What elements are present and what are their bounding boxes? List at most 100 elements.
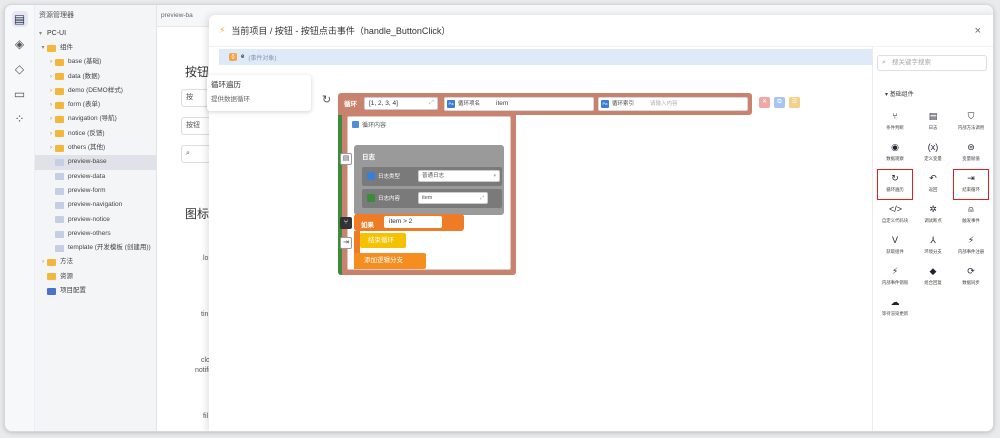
component-label: 条件判断	[886, 125, 904, 130]
loop-item-field[interactable]: Pa 循环项名 item	[444, 97, 594, 111]
tree-item[interactable]: › notice (反馈)	[35, 127, 156, 141]
object-icon: {}	[229, 53, 237, 61]
log-content-input[interactable]: item ⤢	[418, 192, 488, 204]
component-icon: ◉	[891, 142, 899, 152]
tree-item[interactable]: preview-data	[35, 170, 156, 184]
component-icon: ⊜	[967, 142, 975, 152]
window-icon[interactable]: ▭	[12, 86, 28, 102]
component-item[interactable]: ⚡ 内部事件注册	[953, 231, 989, 262]
component-item[interactable]: ◆ 组合回复	[915, 262, 951, 293]
tree-item[interactable]: preview-notice	[35, 213, 156, 227]
tree-item[interactable]: › data (数据)	[35, 70, 156, 84]
event-editor-modal: ⚡ 当前项目 / 按钮 - 按钮点击事件（handle_ButtonClick）…	[207, 15, 993, 431]
log-block[interactable]: 日志 日志类型 普通日志 ▾ 日志内容 item ⤢	[354, 145, 504, 215]
break-loop-block[interactable]: 结束循环	[360, 233, 406, 248]
tree-item[interactable]: preview-base	[35, 155, 156, 170]
loop-array-input[interactable]: [1, 2, 3, 4] ⤢	[364, 97, 438, 110]
loop-array-value: [1, 2, 3, 4]	[369, 100, 398, 107]
tree-item[interactable]: › form (表单)	[35, 98, 156, 112]
log-type-select[interactable]: 普通日志 ▾	[418, 170, 500, 182]
component-item[interactable]: ⛉ 内部方法调用	[953, 107, 989, 138]
string-icon	[367, 194, 375, 202]
tree-item[interactable]: 项目配置	[35, 284, 156, 298]
component-item[interactable]: ⚡ 内部事件销毁	[877, 262, 913, 293]
if-condition-input[interactable]: item > 2	[384, 216, 442, 228]
project-root[interactable]: ▾ PC-UI	[35, 27, 156, 41]
tree-item[interactable]: preview-navigation	[35, 198, 156, 212]
modal-title: 当前项目 / 按钮 - 按钮点击事件（handle_ButtonClick）	[231, 26, 451, 36]
search-input[interactable]: ⌕ 搜关键字搜索	[877, 55, 987, 71]
component-item[interactable]: ☁ 等待渲染更新	[877, 293, 913, 324]
component-item[interactable]: ◉ 数据观察	[877, 138, 913, 169]
component-label: 自定义代码块	[881, 218, 909, 223]
explorer-icon[interactable]: ▤	[11, 11, 28, 27]
event-param-bar: {} e (事件对象)	[219, 49, 872, 65]
section-header[interactable]: ▾ 基础组件	[885, 89, 914, 98]
file-tree: ▾ 组件 › base (基础) › data (数据) › demo (DEMO样式) › fo…	[35, 41, 156, 298]
component-label: 定义变量	[924, 156, 942, 161]
component-item[interactable]: </> 自定义代码块	[877, 200, 913, 231]
component-item[interactable]: ↻ 循环遍历	[877, 169, 913, 200]
section-title: 基础组件	[889, 92, 914, 98]
component-icon: ☁	[890, 297, 900, 307]
tooltip-desc: 提供数据循环	[211, 96, 250, 103]
tree-item[interactable]: › navigation (导航)	[35, 112, 156, 126]
tree-item[interactable]: › demo (DEMO样式)	[35, 84, 156, 98]
close-icon[interactable]: ×	[975, 25, 981, 37]
stack-icon[interactable]: ◇	[12, 61, 28, 77]
component-item[interactable]: ⑂ 条件判断	[877, 107, 913, 138]
tree-item[interactable]: preview-others	[35, 227, 156, 241]
bg-item: tin	[201, 311, 209, 318]
block-icon	[352, 121, 359, 128]
editor-tab[interactable]: preview-ba	[161, 5, 193, 27]
tree-item-label: notice (反馈)	[68, 129, 105, 137]
folder-icon	[55, 144, 64, 152]
delete-icon[interactable]: ✕	[759, 97, 770, 108]
tree-item[interactable]: ▾ 组件	[35, 41, 156, 55]
file-icon	[55, 173, 64, 181]
expand-icon[interactable]: ⤢	[480, 193, 484, 203]
file-icon	[55, 216, 64, 224]
component-item[interactable]: ⟳ 数据同步	[953, 262, 989, 293]
tree-item[interactable]: › base (基础)	[35, 55, 156, 69]
add-branch-button[interactable]: 添加逻辑分支	[354, 253, 426, 269]
loop-index-label: 循环索引	[612, 101, 635, 107]
chevron-icon: ›	[50, 87, 52, 94]
tree-item[interactable]: preview-form	[35, 184, 156, 198]
component-item[interactable]: V 获取组件	[877, 231, 913, 262]
tree-item[interactable]: template (开发模板 (创建用))	[35, 241, 156, 255]
tree-item-label: demo (DEMO样式)	[68, 86, 123, 94]
logic-canvas[interactable]: {} e (事件对象) 循环遍历 提供数据循环 ↻ 循环 [1, 2, 3, 4…	[207, 47, 872, 431]
component-item[interactable]: ✲ 调试断点	[915, 200, 951, 231]
component-item[interactable]: ⊜ 变量赋值	[953, 138, 989, 169]
file-icon	[55, 230, 64, 238]
component-item[interactable]: ▤ 日志	[915, 107, 951, 138]
comment-icon[interactable]: ☰	[789, 97, 800, 108]
component-item[interactable]: ↶ 返回	[915, 169, 951, 200]
component-item[interactable]: ⍝ 触发事件	[953, 200, 989, 231]
log-content-label: 日志内容	[378, 196, 401, 202]
folder-icon	[55, 73, 64, 81]
tree-item-label: data (数据)	[68, 72, 100, 80]
copy-icon[interactable]: ⧉	[774, 97, 785, 108]
param-desc: (事件对象)	[248, 55, 277, 62]
explorer-title: 资源管理器	[39, 12, 74, 19]
layers-icon[interactable]: ◈	[12, 36, 28, 52]
loop-index-field[interactable]: Pa 循环索引 请输入内容	[598, 97, 748, 111]
search-placeholder: 搜关键字搜索	[892, 59, 931, 66]
component-icon: ▤	[928, 111, 938, 121]
component-item[interactable]: ⅄ 环境分支	[915, 231, 951, 262]
tree-item[interactable]: › others (其他)	[35, 141, 156, 155]
component-item[interactable]: (x) 定义变量	[915, 138, 951, 169]
tree-item[interactable]: 资源	[35, 270, 156, 284]
if-block[interactable]: 如果 item > 2	[354, 214, 464, 231]
component-item[interactable]: ⇥ 结束循环	[953, 169, 989, 200]
loop-body-header: 循环内容	[352, 120, 386, 129]
expand-icon[interactable]: ⤢	[429, 98, 434, 109]
component-icon: ⑂	[892, 111, 898, 121]
component-icon: ⍝	[968, 204, 974, 214]
component-grid: ⑂ 条件判断 ▤ 日志 ⛉ 内部方法调用 ◉ 数据观察 (x) 定义变量 ⊜ 变量赋值 ↻ 循环遍历 ↶ 返回…	[877, 107, 993, 324]
tree-item[interactable]: › 方法	[35, 255, 156, 269]
component-label: 日志	[928, 125, 938, 130]
apps-icon[interactable]: ⁘	[12, 111, 28, 127]
